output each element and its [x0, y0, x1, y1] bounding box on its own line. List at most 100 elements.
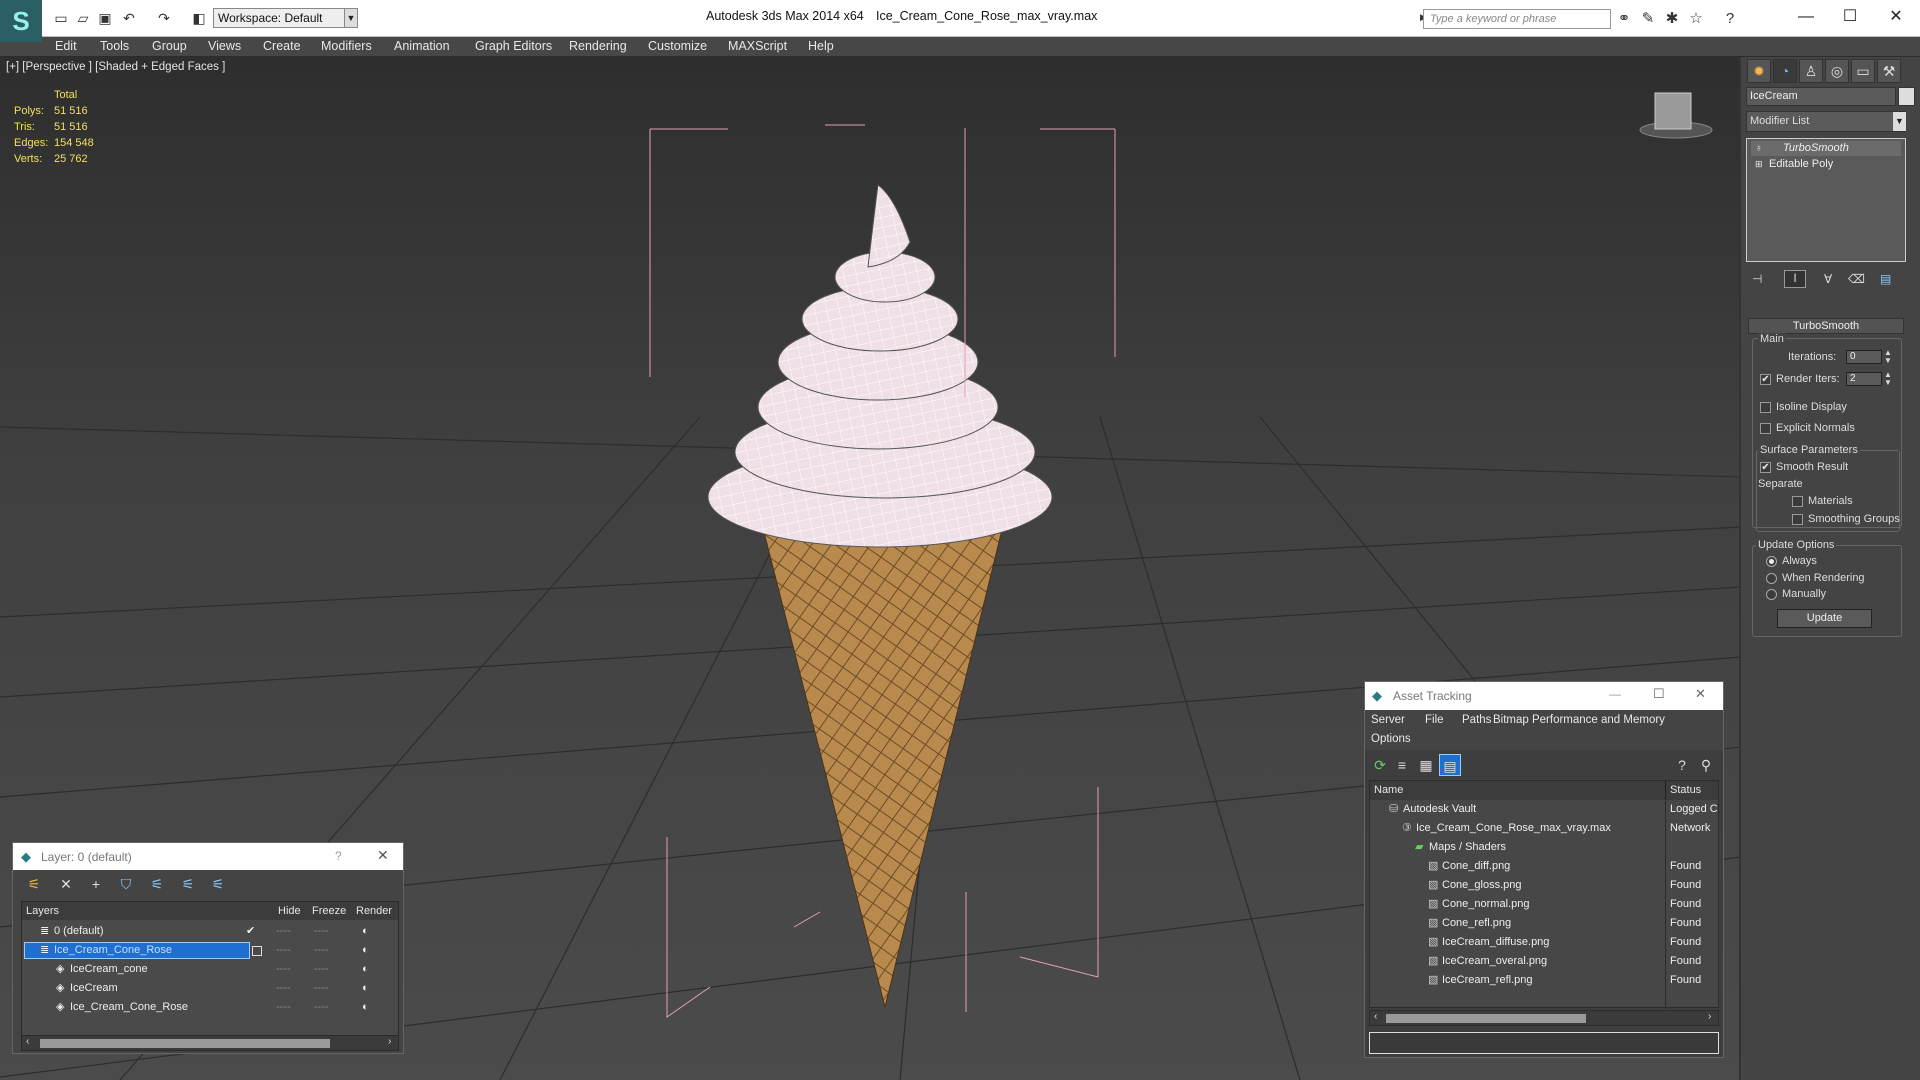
- smoothing-groups-checkbox[interactable]: [1792, 514, 1803, 525]
- menu-create[interactable]: Create: [263, 39, 301, 53]
- turbosmooth-rollout-header[interactable]: TurboSmooth: [1748, 318, 1904, 334]
- iterations-spinner-arrows-icon[interactable]: ▲ ▼: [1884, 349, 1892, 365]
- freeze-toggle-icon[interactable]: ----: [314, 922, 329, 941]
- modify-tab-icon[interactable]: ◔: [1773, 59, 1797, 83]
- isoline-display-checkbox[interactable]: [1760, 402, 1771, 413]
- expand-plus-icon[interactable]: ⊞: [1755, 157, 1763, 172]
- search-input[interactable]: Type a keyword or phrase: [1423, 9, 1611, 29]
- always-radio[interactable]: [1766, 556, 1777, 567]
- create-tab-icon[interactable]: ✹: [1747, 59, 1771, 83]
- column-freeze[interactable]: Freeze: [312, 905, 346, 917]
- asset-row[interactable]: ▧ IceCream_overal.png Found: [1370, 952, 1718, 971]
- column-name[interactable]: Name: [1374, 784, 1403, 796]
- menu-maxscript[interactable]: MAXScript: [728, 39, 787, 53]
- object-color-swatch[interactable]: [1898, 87, 1915, 106]
- help-icon[interactable]: ?: [335, 849, 342, 863]
- binoculars-icon[interactable]: ⚭: [1614, 9, 1634, 29]
- asset-row[interactable]: ▰ Maps / Shaders: [1370, 838, 1718, 857]
- viewcube-icon[interactable]: [1639, 92, 1713, 139]
- column-divider[interactable]: [1665, 781, 1666, 800]
- help-icon[interactable]: ?: [1671, 754, 1693, 776]
- materials-checkbox[interactable]: [1792, 496, 1803, 507]
- project-folder-icon[interactable]: ◧: [190, 9, 208, 27]
- layer-row[interactable]: ≣ 0 (default) ✔ ---- ---- ◐: [22, 922, 398, 941]
- lightbulb-icon[interactable]: ♁: [1755, 141, 1763, 156]
- explicit-normals-checkbox[interactable]: [1760, 423, 1771, 434]
- column-hide[interactable]: Hide: [278, 905, 301, 917]
- new-file-icon[interactable]: ▭: [52, 9, 70, 27]
- column-status[interactable]: Status: [1670, 784, 1701, 796]
- asset-window-titlebar[interactable]: ◆ Asset Tracking — ☐ ✕: [1365, 682, 1723, 710]
- set-current-box-icon[interactable]: [252, 946, 262, 956]
- layer-row[interactable]: ◈ IceCream_cone ---- ---- ◐: [22, 960, 398, 979]
- communication-center-icon[interactable]: ✎: [1638, 9, 1658, 29]
- show-end-result-icon[interactable]: I: [1784, 270, 1806, 288]
- close-icon[interactable]: ✕: [377, 847, 389, 864]
- configure-modifier-sets-icon[interactable]: ▤: [1880, 272, 1891, 286]
- freeze-toggle-icon[interactable]: ----: [314, 960, 329, 979]
- layer-row[interactable]: ≣ Ice_Cream_Cone_Rose ---- ---- ◐: [22, 941, 398, 960]
- viewport-label[interactable]: [+] [Perspective ] [Shaded + Edged Faces…: [6, 61, 225, 73]
- close-window-icon[interactable]: ✕: [1874, 4, 1918, 30]
- chevron-down-icon[interactable]: ▼: [1893, 112, 1906, 131]
- menu-paths[interactable]: Paths: [1462, 714, 1491, 726]
- create-layer-icon[interactable]: ⚟: [23, 873, 45, 895]
- refresh-icon[interactable]: ⟳: [1369, 754, 1391, 776]
- asset-row[interactable]: ▧ IceCream_diffuse.png Found: [1370, 933, 1718, 952]
- menu-views[interactable]: Views: [208, 39, 241, 53]
- hide-toggle-icon[interactable]: ----: [276, 979, 291, 998]
- render-teapot-icon[interactable]: ◐: [362, 979, 369, 998]
- stack-item-turbosmooth[interactable]: ♁ TurboSmooth: [1751, 141, 1901, 156]
- menu-graph-editors[interactable]: Graph Editors: [475, 39, 552, 53]
- satellite-icon[interactable]: ✱: [1662, 9, 1682, 29]
- menu-help[interactable]: Help: [808, 39, 834, 53]
- list-view-icon[interactable]: ≡: [1391, 754, 1413, 776]
- manually-radio[interactable]: [1766, 589, 1777, 600]
- workspace-dropdown[interactable]: Workspace: Default: [213, 8, 346, 28]
- menu-rendering[interactable]: Rendering: [569, 39, 627, 53]
- render-iters-checkbox[interactable]: ✔: [1760, 374, 1771, 385]
- hide-all-layers-icon[interactable]: ⚟: [177, 873, 199, 895]
- menu-server[interactable]: Server: [1371, 714, 1405, 726]
- column-render[interactable]: Render: [356, 905, 392, 917]
- add-to-layer-icon[interactable]: +: [85, 873, 107, 895]
- asset-row[interactable]: ▧ Cone_normal.png Found: [1370, 895, 1718, 914]
- horizontal-scrollbar[interactable]: ‹ ›: [21, 1035, 399, 1051]
- maximize-window-icon[interactable]: ☐: [1828, 4, 1872, 30]
- asset-path-field[interactable]: [1369, 1032, 1719, 1054]
- scrollbar-thumb[interactable]: [40, 1039, 330, 1048]
- undo-icon[interactable]: ↶: [120, 9, 138, 27]
- display-tab-icon[interactable]: ▭: [1851, 59, 1875, 83]
- render-teapot-icon[interactable]: ◐: [362, 922, 369, 941]
- scroll-right-icon[interactable]: ›: [388, 1036, 391, 1047]
- resolve-icon[interactable]: ⚲: [1695, 754, 1717, 776]
- ice-cream-cone-model[interactable]: [707, 184, 1053, 1008]
- menu-options[interactable]: Options: [1371, 733, 1411, 745]
- object-name-field[interactable]: IceCream: [1746, 87, 1896, 106]
- render-teapot-icon[interactable]: ◐: [362, 941, 369, 960]
- asset-row[interactable]: ▧ IceCream_refl.png Found: [1370, 971, 1718, 990]
- motion-tab-icon[interactable]: ◎: [1825, 59, 1849, 83]
- utilities-tab-icon[interactable]: ⚒: [1877, 59, 1901, 83]
- close-icon[interactable]: ✕: [1695, 686, 1706, 702]
- menu-tools[interactable]: Tools: [100, 39, 129, 53]
- scroll-left-icon[interactable]: ‹: [26, 1036, 29, 1047]
- stack-item-editable-poly[interactable]: ⊞ Editable Poly: [1751, 157, 1901, 172]
- hide-toggle-icon[interactable]: ----: [276, 998, 291, 1017]
- menu-customize[interactable]: Customize: [648, 39, 707, 53]
- current-layer-check-icon[interactable]: ✔: [246, 922, 255, 941]
- minimize-icon[interactable]: —: [1609, 687, 1621, 701]
- render-iters-spinner-arrows-icon[interactable]: ▲ ▼: [1884, 371, 1892, 387]
- hierarchy-tab-icon[interactable]: ♙: [1799, 59, 1823, 83]
- layer-window-titlebar[interactable]: ◆ Layer: 0 (default) ? ✕: [13, 843, 403, 870]
- when-rendering-radio[interactable]: [1766, 573, 1777, 584]
- menu-edit[interactable]: Edit: [55, 39, 77, 53]
- render-teapot-icon[interactable]: ◐: [362, 998, 369, 1017]
- menu-file[interactable]: File: [1425, 714, 1444, 726]
- menu-modifiers[interactable]: Modifiers: [321, 39, 372, 53]
- favorites-star-icon[interactable]: ☆: [1686, 9, 1706, 29]
- scroll-left-icon[interactable]: ‹: [1374, 1011, 1377, 1022]
- maximize-icon[interactable]: ☐: [1653, 686, 1665, 702]
- tree-view-icon[interactable]: ▦: [1415, 754, 1437, 776]
- hide-toggle-icon[interactable]: ----: [276, 960, 291, 979]
